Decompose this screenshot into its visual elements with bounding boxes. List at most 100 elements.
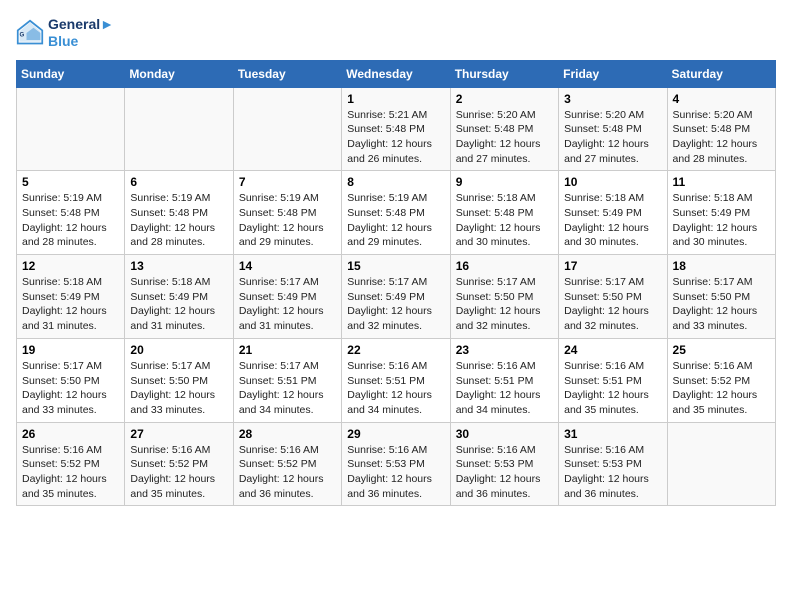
calendar-cell: 17Sunrise: 5:17 AM Sunset: 5:50 PM Dayli…: [559, 255, 667, 339]
calendar-cell: [17, 87, 125, 171]
day-info: Sunrise: 5:18 AM Sunset: 5:49 PM Dayligh…: [22, 275, 119, 334]
day-number: 17: [564, 259, 661, 273]
calendar-cell: 21Sunrise: 5:17 AM Sunset: 5:51 PM Dayli…: [233, 338, 341, 422]
calendar-cell: 10 Sunrise: 5:18 AM Sunset: 5:49 PM Dayli…: [559, 171, 667, 255]
day-info: Sunrise: 5:20 AM Sunset: 5:48 PM Dayligh…: [673, 108, 770, 167]
calendar-cell: 18Sunrise: 5:17 AM Sunset: 5:50 PM Dayli…: [667, 255, 775, 339]
calendar-cell: 12 Sunrise: 5:18 AM Sunset: 5:49 PM Dayli…: [17, 255, 125, 339]
calendar-cell: 24 Sunrise: 5:16 AM Sunset: 5:51 PM Dayli…: [559, 338, 667, 422]
day-number: 14: [239, 259, 336, 273]
day-info: Sunrise: 5:17 AM Sunset: 5:50 PM Dayligh…: [22, 359, 119, 418]
day-info: Sunrise: 5:17 AM Sunset: 5:51 PM Dayligh…: [239, 359, 336, 418]
day-info: Sunrise: 5:19 AM Sunset: 5:48 PM Dayligh…: [239, 191, 336, 250]
day-info: Sunrise: 5:16 AM Sunset: 5:52 PM Dayligh…: [239, 443, 336, 502]
day-number: 24: [564, 343, 661, 357]
calendar-cell: 7 Sunrise: 5:19 AM Sunset: 5:48 PM Daylig…: [233, 171, 341, 255]
day-number: 6: [130, 175, 227, 189]
day-info: Sunrise: 5:17 AM Sunset: 5:50 PM Dayligh…: [130, 359, 227, 418]
day-info: Sunrise: 5:16 AM Sunset: 5:52 PM Dayligh…: [673, 359, 770, 418]
day-info: Sunrise: 5:16 AM Sunset: 5:53 PM Dayligh…: [456, 443, 553, 502]
day-number: 16: [456, 259, 553, 273]
day-info: Sunrise: 5:16 AM Sunset: 5:53 PM Dayligh…: [564, 443, 661, 502]
calendar-cell: 27 Sunrise: 5:16 AM Sunset: 5:52 PM Dayli…: [125, 422, 233, 506]
header: G General► Blue: [16, 16, 776, 50]
day-number: 19: [22, 343, 119, 357]
day-number: 31: [564, 427, 661, 441]
svg-text:G: G: [20, 31, 25, 38]
day-info: Sunrise: 5:16 AM Sunset: 5:51 PM Dayligh…: [456, 359, 553, 418]
day-number: 23: [456, 343, 553, 357]
logo-icon: G: [16, 19, 44, 47]
calendar-cell: 29Sunrise: 5:16 AM Sunset: 5:53 PM Dayli…: [342, 422, 450, 506]
calendar-cell: 22 Sunrise: 5:16 AM Sunset: 5:51 PM Dayli…: [342, 338, 450, 422]
day-info: Sunrise: 5:16 AM Sunset: 5:52 PM Dayligh…: [22, 443, 119, 502]
calendar-cell: 31 Sunrise: 5:16 AM Sunset: 5:53 PM Dayli…: [559, 422, 667, 506]
calendar-cell: 13 Sunrise: 5:18 AM Sunset: 5:49 PM Dayli…: [125, 255, 233, 339]
calendar-cell: 23 Sunrise: 5:16 AM Sunset: 5:51 PM Dayli…: [450, 338, 558, 422]
day-number: 11: [673, 175, 770, 189]
calendar-cell: 20 Sunrise: 5:17 AM Sunset: 5:50 PM Dayli…: [125, 338, 233, 422]
day-number: 28: [239, 427, 336, 441]
calendar-cell: 5Sunrise: 5:19 AM Sunset: 5:48 PM Daylig…: [17, 171, 125, 255]
day-info: Sunrise: 5:17 AM Sunset: 5:49 PM Dayligh…: [239, 275, 336, 334]
calendar-cell: 3 Sunrise: 5:20 AM Sunset: 5:48 PM Daylig…: [559, 87, 667, 171]
day-info: Sunrise: 5:20 AM Sunset: 5:48 PM Dayligh…: [456, 108, 553, 167]
day-number: 12: [22, 259, 119, 273]
calendar-header: SundayMondayTuesdayWednesdayThursdayFrid…: [17, 60, 776, 87]
calendar-cell: 28 Sunrise: 5:16 AM Sunset: 5:52 PM Dayli…: [233, 422, 341, 506]
day-info: Sunrise: 5:21 AM Sunset: 5:48 PM Dayligh…: [347, 108, 444, 167]
day-number: 27: [130, 427, 227, 441]
col-header-saturday: Saturday: [667, 60, 775, 87]
col-header-tuesday: Tuesday: [233, 60, 341, 87]
calendar-cell: 30 Sunrise: 5:16 AM Sunset: 5:53 PM Dayli…: [450, 422, 558, 506]
calendar-cell: 26 Sunrise: 5:16 AM Sunset: 5:52 PM Dayli…: [17, 422, 125, 506]
col-header-wednesday: Wednesday: [342, 60, 450, 87]
day-number: 15: [347, 259, 444, 273]
calendar-cell: 11Sunrise: 5:18 AM Sunset: 5:49 PM Dayli…: [667, 171, 775, 255]
calendar-cell: [125, 87, 233, 171]
day-info: Sunrise: 5:18 AM Sunset: 5:48 PM Dayligh…: [456, 191, 553, 250]
day-number: 9: [456, 175, 553, 189]
calendar-row-0: 1 Sunrise: 5:21 AM Sunset: 5:48 PM Daylig…: [17, 87, 776, 171]
calendar-cell: 2 Sunrise: 5:20 AM Sunset: 5:48 PM Daylig…: [450, 87, 558, 171]
day-info: Sunrise: 5:19 AM Sunset: 5:48 PM Dayligh…: [22, 191, 119, 250]
calendar-cell: 1 Sunrise: 5:21 AM Sunset: 5:48 PM Daylig…: [342, 87, 450, 171]
day-number: 26: [22, 427, 119, 441]
day-number: 18: [673, 259, 770, 273]
day-number: 10: [564, 175, 661, 189]
calendar-cell: 9 Sunrise: 5:18 AM Sunset: 5:48 PM Daylig…: [450, 171, 558, 255]
calendar-row-1: 5Sunrise: 5:19 AM Sunset: 5:48 PM Daylig…: [17, 171, 776, 255]
day-info: Sunrise: 5:17 AM Sunset: 5:49 PM Dayligh…: [347, 275, 444, 334]
calendar-row-2: 12 Sunrise: 5:18 AM Sunset: 5:49 PM Dayli…: [17, 255, 776, 339]
day-number: 22: [347, 343, 444, 357]
calendar-cell: 15 Sunrise: 5:17 AM Sunset: 5:49 PM Dayli…: [342, 255, 450, 339]
day-number: 7: [239, 175, 336, 189]
day-info: Sunrise: 5:18 AM Sunset: 5:49 PM Dayligh…: [130, 275, 227, 334]
day-number: 1: [347, 92, 444, 106]
day-info: Sunrise: 5:16 AM Sunset: 5:53 PM Dayligh…: [347, 443, 444, 502]
calendar-cell: [233, 87, 341, 171]
day-info: Sunrise: 5:16 AM Sunset: 5:52 PM Dayligh…: [130, 443, 227, 502]
day-number: 20: [130, 343, 227, 357]
calendar-cell: 19 Sunrise: 5:17 AM Sunset: 5:50 PM Dayli…: [17, 338, 125, 422]
calendar-cell: 8Sunrise: 5:19 AM Sunset: 5:48 PM Daylig…: [342, 171, 450, 255]
day-info: Sunrise: 5:16 AM Sunset: 5:51 PM Dayligh…: [347, 359, 444, 418]
calendar-cell: 6 Sunrise: 5:19 AM Sunset: 5:48 PM Daylig…: [125, 171, 233, 255]
day-number: 4: [673, 92, 770, 106]
day-number: 13: [130, 259, 227, 273]
day-info: Sunrise: 5:16 AM Sunset: 5:51 PM Dayligh…: [564, 359, 661, 418]
logo-text: General► Blue: [48, 16, 114, 50]
day-number: 3: [564, 92, 661, 106]
day-info: Sunrise: 5:17 AM Sunset: 5:50 PM Dayligh…: [456, 275, 553, 334]
col-header-sunday: Sunday: [17, 60, 125, 87]
day-info: Sunrise: 5:18 AM Sunset: 5:49 PM Dayligh…: [564, 191, 661, 250]
col-header-monday: Monday: [125, 60, 233, 87]
day-info: Sunrise: 5:20 AM Sunset: 5:48 PM Dayligh…: [564, 108, 661, 167]
calendar-table: SundayMondayTuesdayWednesdayThursdayFrid…: [16, 60, 776, 507]
day-number: 30: [456, 427, 553, 441]
calendar-row-3: 19 Sunrise: 5:17 AM Sunset: 5:50 PM Dayli…: [17, 338, 776, 422]
day-info: Sunrise: 5:19 AM Sunset: 5:48 PM Dayligh…: [130, 191, 227, 250]
day-number: 2: [456, 92, 553, 106]
logo: G General► Blue: [16, 16, 114, 50]
col-header-friday: Friday: [559, 60, 667, 87]
